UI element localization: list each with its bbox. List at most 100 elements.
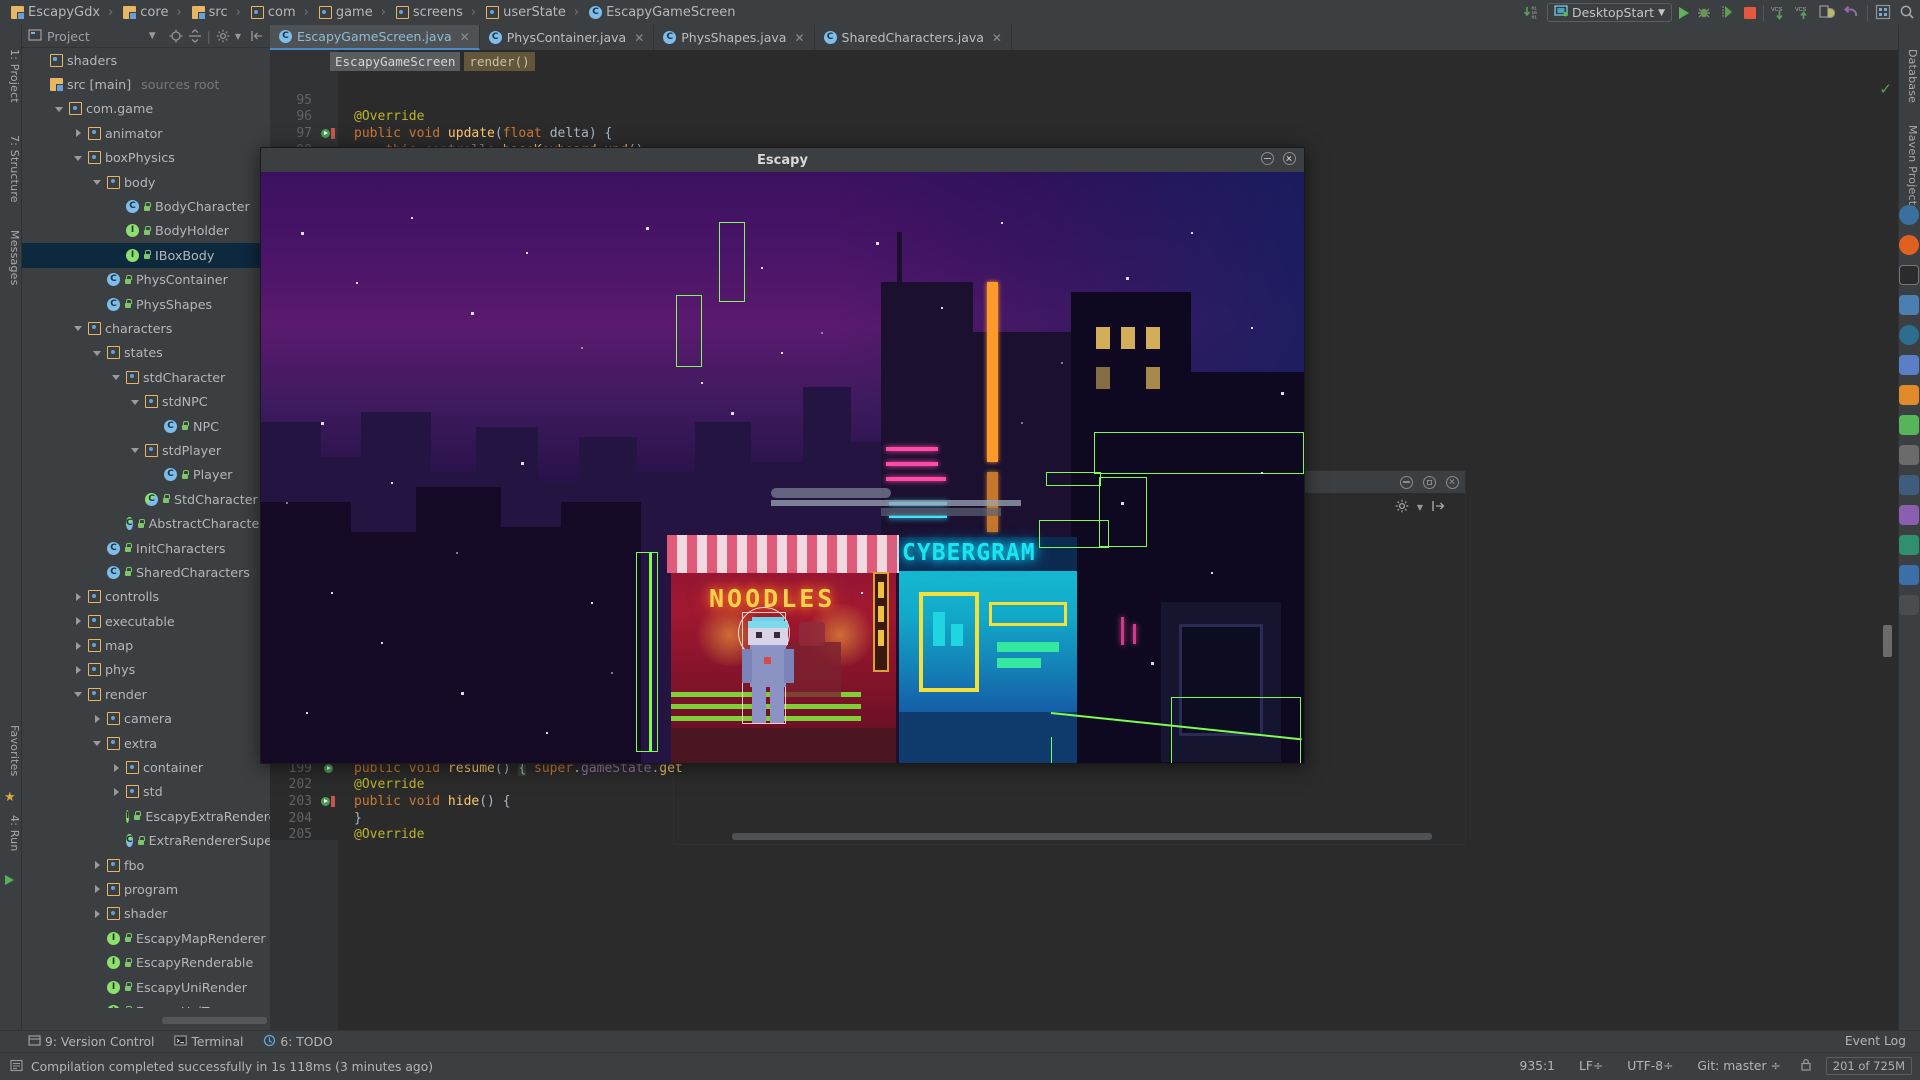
tree-item-stdcharacter[interactable]: stdCharacter — [22, 365, 270, 389]
vcs-commit-icon[interactable]: VCS — [1795, 4, 1812, 21]
event-log-button[interactable]: Event Log — [1845, 1030, 1906, 1052]
bottom-item-version-control[interactable]: 9: Version Control — [28, 1034, 154, 1050]
clion-icon[interactable] — [1899, 535, 1919, 555]
chevron-down-icon[interactable] — [93, 177, 103, 187]
tree-item-characters[interactable]: characters — [22, 316, 270, 340]
tree-item-escapyextrarenderer[interactable]: IEscapyExtraRenderer — [22, 804, 270, 828]
hide-icon[interactable] — [250, 29, 264, 43]
tab-phys-shapes[interactable]: C PhysShapes.java ✕ — [654, 25, 814, 50]
chevron-down-icon[interactable]: ▼ — [1417, 503, 1423, 512]
tree-item-executable[interactable]: executable — [22, 609, 270, 633]
minimize-icon[interactable] — [1261, 152, 1274, 165]
sidebar-item-maven[interactable]: Maven Projects — [1899, 125, 1919, 211]
firefox-icon[interactable] — [1899, 235, 1919, 255]
git-branch[interactable]: Git: master ÷ — [1692, 1058, 1785, 1074]
game-canvas[interactable]: NOODLES CYBERGRAM — [261, 172, 1304, 763]
tree-item-shader[interactable]: shader — [22, 902, 270, 926]
tree-item-fbo[interactable]: fbo — [22, 853, 270, 877]
breadcrumb-class[interactable]: EscapyGameScreen — [330, 52, 460, 71]
tree-item-camera[interactable]: camera — [22, 707, 270, 731]
bottom-item-terminal[interactable]: Terminal — [174, 1034, 243, 1050]
lock-icon[interactable] — [1800, 1058, 1812, 1074]
tab-shared-characters[interactable]: C SharedCharacters.java ✕ — [815, 25, 1012, 50]
tree-item-std[interactable]: std — [22, 780, 270, 804]
override-gutter-icon[interactable] — [324, 764, 333, 773]
browser-icon[interactable] — [1899, 205, 1919, 225]
game-window[interactable]: Escapy — [260, 147, 1305, 764]
tree-item-escapyrenderable[interactable]: IEscapyRenderable — [22, 950, 270, 974]
game-window-titlebar[interactable]: Escapy — [261, 148, 1304, 172]
idea-icon[interactable] — [1899, 565, 1919, 585]
tree-item-animator[interactable]: animator — [22, 121, 270, 145]
settings-icon[interactable] — [1395, 499, 1409, 516]
close-icon[interactable]: ✕ — [992, 31, 1002, 45]
undo-icon[interactable] — [1843, 4, 1860, 21]
sidebar-item-favorites[interactable]: Favorites — [1, 725, 21, 777]
sidebar-item-structure[interactable]: 7: Structure — [1, 135, 21, 203]
bottom-item-todo[interactable]: 6: TODO — [263, 1034, 332, 1050]
pycharm-icon[interactable] — [1899, 505, 1919, 525]
breadcrumb-item-6[interactable]: userState› — [483, 5, 586, 20]
tree-item-container[interactable]: container — [22, 755, 270, 779]
breadcrumb-item-5[interactable]: screens› — [393, 5, 483, 20]
chevron-right-icon[interactable] — [74, 665, 84, 675]
debug-icon[interactable] — [1696, 4, 1713, 21]
tree-item-stdplayer[interactable]: stdPlayer — [22, 438, 270, 462]
tree-item-physcontainer[interactable]: CPhysContainer — [22, 268, 270, 292]
chevron-down-icon[interactable] — [74, 689, 84, 699]
tree-item-bodyholder[interactable]: IBodyHolder — [22, 219, 270, 243]
breadcrumb-item-0[interactable]: EscapyGdx› — [8, 5, 120, 20]
tree-item-controlls[interactable]: controlls — [22, 585, 270, 609]
tree-item-iboxbody[interactable]: IIBoxBody — [22, 243, 270, 267]
chevron-right-icon[interactable] — [93, 909, 103, 919]
chevron-down-icon[interactable] — [93, 738, 103, 748]
breadcrumb-item-7[interactable]: C EscapyGameScreen — [586, 5, 738, 20]
chevron-down-icon[interactable] — [55, 104, 65, 114]
coverage-icon[interactable] — [1720, 4, 1737, 21]
update-icon[interactable] — [1899, 385, 1919, 405]
tree-item-bodycharacter[interactable]: CBodyCharacter — [22, 194, 270, 218]
chevron-right-icon[interactable] — [74, 128, 84, 138]
run-icon[interactable] — [1679, 7, 1689, 19]
tree-item-src-main[interactable]: src [main]sources root — [22, 72, 270, 96]
code-text-lower[interactable]: 199public void resume() { super.gameStat… — [270, 760, 670, 840]
mail-icon[interactable] — [1899, 355, 1919, 375]
close-icon[interactable]: ✕ — [634, 31, 644, 45]
breadcrumb-item-4[interactable]: game› — [316, 5, 393, 20]
run-configuration-selector[interactable]: DesktopStart ▼ — [1547, 3, 1672, 22]
inspection-status-icon[interactable]: ✓ — [1879, 80, 1892, 98]
tree-item-states[interactable]: states — [22, 341, 270, 365]
tree-item-player[interactable]: CPlayer — [22, 463, 270, 487]
vcs-diff-icon[interactable] — [1819, 4, 1836, 21]
apps-grid-icon[interactable] — [1899, 595, 1919, 615]
tree-item-map[interactable]: map — [22, 633, 270, 657]
close-icon[interactable]: ✕ — [794, 31, 804, 45]
chevron-down-icon[interactable]: ▼ — [149, 31, 156, 41]
tab-escapy-game-screen[interactable]: C EscapyGameScreen.java ✕ — [270, 25, 480, 50]
tree-item-stdcharacter[interactable]: CStdCharacter — [22, 487, 270, 511]
tree-item-npc[interactable]: CNPC — [22, 414, 270, 438]
chevron-right-icon[interactable] — [74, 641, 84, 651]
close-icon[interactable] — [1446, 476, 1459, 489]
terminal-dock-icon[interactable] — [1899, 265, 1919, 285]
run-tool-icon[interactable] — [5, 875, 14, 885]
locate-icon[interactable] — [169, 29, 183, 43]
project-tree[interactable]: shaderssrc [main]sources rootcom.gameani… — [22, 48, 270, 1008]
media-icon[interactable] — [1899, 475, 1919, 495]
chevron-right-icon[interactable] — [74, 616, 84, 626]
override-gutter-icon[interactable] — [321, 797, 330, 806]
chevron-down-icon[interactable] — [74, 323, 84, 333]
chevron-right-icon[interactable] — [112, 787, 122, 797]
chevron-right-icon[interactable] — [74, 592, 84, 602]
tree-item-extra[interactable]: extra — [22, 731, 270, 755]
structure-icon[interactable] — [1875, 4, 1892, 21]
tree-item-body[interactable]: body — [22, 170, 270, 194]
files-icon[interactable] — [1899, 295, 1919, 315]
download-binary-icon[interactable]: 011001 — [1523, 4, 1540, 21]
sidebar-item-run[interactable]: 4: Run — [1, 815, 21, 852]
vcs-update-icon[interactable]: VCS — [1771, 4, 1788, 21]
console-horizontal-scrollbar[interactable] — [732, 833, 1432, 840]
project-tree-horizontal-scrollbar[interactable] — [162, 1017, 267, 1024]
tree-item-program[interactable]: program — [22, 877, 270, 901]
close-icon[interactable]: ✕ — [460, 30, 470, 44]
